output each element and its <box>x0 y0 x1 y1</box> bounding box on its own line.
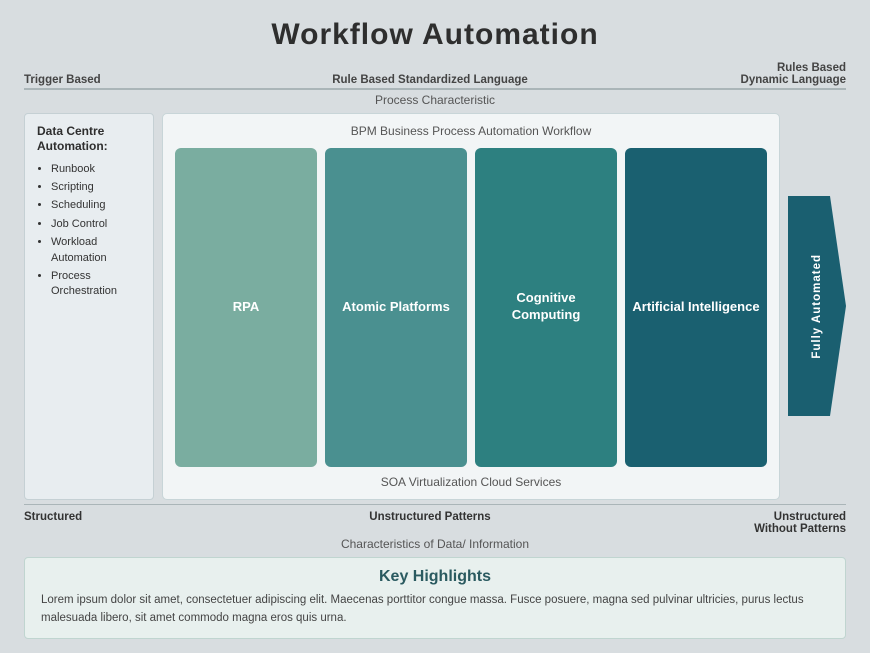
bottom-label-center: Unstructured Patterns <box>124 511 736 535</box>
box-cognitive: Cognitive Computing <box>475 148 617 467</box>
list-item: Scripting <box>51 180 143 195</box>
arrow-shape: Fully Automated <box>788 196 846 416</box>
list-item: Runbook <box>51 162 143 177</box>
list-item: Job Control <box>51 217 143 232</box>
list-item: Process Orchestration <box>51 269 143 300</box>
bottom-label-left: Structured <box>24 511 124 535</box>
box-atomic: Atomic Platforms <box>325 148 467 467</box>
key-highlights-title: Key Highlights <box>41 568 829 586</box>
left-panel-title: Data Centre Automation: <box>37 124 143 155</box>
center-panel: BPM Business Process Automation Workflow… <box>162 113 780 500</box>
arrow-label: Fully Automated <box>811 254 823 359</box>
page-title: Workflow Automation <box>24 18 846 52</box>
right-arrow: Fully Automated <box>788 113 846 500</box>
left-panel: Data Centre Automation: Runbook Scriptin… <box>24 113 154 500</box>
box-rpa: RPA <box>175 148 317 467</box>
list-item: Scheduling <box>51 198 143 213</box>
key-highlights-panel: Key Highlights Lorem ipsum dolor sit ame… <box>24 557 846 639</box>
top-label-left: Trigger Based <box>24 74 124 86</box>
box-ai: Artificial Intelligence <box>625 148 767 467</box>
top-label-right: Rules Based Dynamic Language <box>736 62 846 86</box>
bpm-label: BPM Business Process Automation Workflow <box>175 124 767 138</box>
process-characteristic-label: Process Characteristic <box>24 93 846 107</box>
bottom-labels: Structured Unstructured Patterns Unstruc… <box>24 511 846 535</box>
boxes-row: RPA Atomic Platforms Cognitive Computing… <box>175 148 767 467</box>
bpm-box: BPM Business Process Automation Workflow… <box>162 113 780 500</box>
soa-label: SOA Virtualization Cloud Services <box>175 475 767 489</box>
list-item: Workload Automation <box>51 235 143 266</box>
bottom-label-right: Unstructured Without Patterns <box>736 511 846 535</box>
bottom-divider <box>24 504 846 506</box>
left-panel-list: Runbook Scripting Scheduling Job Control… <box>37 162 143 300</box>
top-labels: Trigger Based Rule Based Standardized La… <box>24 62 846 86</box>
top-label-center: Rule Based Standardized Language <box>124 74 736 86</box>
top-divider <box>24 88 846 90</box>
char-of-data-label: Characteristics of Data/ Information <box>24 537 846 551</box>
key-highlights-text: Lorem ipsum dolor sit amet, consectetuer… <box>41 592 829 628</box>
main-area: Data Centre Automation: Runbook Scriptin… <box>24 113 846 500</box>
